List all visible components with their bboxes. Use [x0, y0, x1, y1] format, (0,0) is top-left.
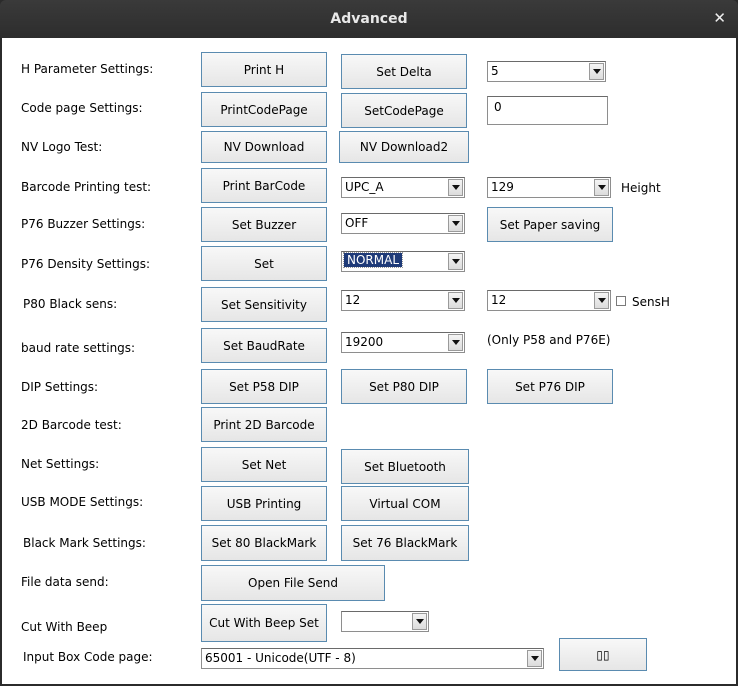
- label-p80-black: P80 Black sens:: [23, 297, 118, 311]
- window-title: Advanced: [330, 11, 408, 27]
- set-p58-dip-button[interactable]: Set P58 DIP: [201, 369, 327, 404]
- code-page-input[interactable]: 0: [487, 96, 608, 125]
- print-code-page-button[interactable]: PrintCodePage: [201, 92, 327, 127]
- baud-value: 19200: [345, 335, 384, 349]
- label-file-send: File data send:: [21, 575, 109, 589]
- chevron-down-icon[interactable]: [589, 63, 604, 80]
- delta-value: 5: [491, 64, 499, 78]
- dialog-content: H Parameter Settings: Code page Settings…: [2, 38, 736, 684]
- buzzer-value: OFF: [345, 216, 369, 230]
- set-baudrate-button[interactable]: Set BaudRate: [201, 328, 327, 363]
- chevron-down-icon[interactable]: [448, 179, 463, 196]
- set-p76-dip-button[interactable]: Set P76 DIP: [487, 369, 613, 404]
- label-input-code-page: Input Box Code page:: [23, 650, 153, 664]
- set-bluetooth-button[interactable]: Set Bluetooth: [341, 449, 469, 484]
- title-bar: Advanced ✕: [0, 0, 738, 38]
- density-select[interactable]: NORMAL: [341, 251, 465, 272]
- label-nv-logo: NV Logo Test:: [21, 140, 103, 154]
- set-code-page-button[interactable]: SetCodePage: [341, 93, 467, 128]
- set-density-button[interactable]: Set: [201, 246, 327, 281]
- cut-with-beep-set-button[interactable]: Cut With Beep Set: [201, 604, 327, 642]
- label-usb-mode: USB MODE Settings:: [21, 495, 144, 509]
- print-barcode-button[interactable]: Print BarCode: [201, 168, 327, 203]
- chevron-down-icon[interactable]: [412, 613, 427, 630]
- chevron-down-icon[interactable]: [594, 292, 609, 309]
- chevron-down-icon[interactable]: [448, 292, 463, 309]
- usb-printing-button[interactable]: USB Printing: [201, 486, 327, 521]
- barcode-type-select[interactable]: UPC_A: [341, 177, 465, 198]
- set80-blackmark-button[interactable]: Set 80 BlackMark: [201, 525, 327, 561]
- sensitivity1-value: 12: [345, 293, 361, 307]
- chevron-down-icon[interactable]: [448, 253, 463, 270]
- density-value: NORMAL: [342, 252, 404, 268]
- open-file-send-button[interactable]: Open File Send: [201, 565, 385, 601]
- label-barcode: Barcode Printing test:: [21, 180, 152, 194]
- baud-note: (Only P58 and P76E): [487, 333, 611, 347]
- input-code-page-select[interactable]: 65001 - Unicode(UTF - 8): [201, 648, 544, 669]
- label-code-page: Code page Settings:: [21, 101, 143, 115]
- label-cut-beep: Cut With Beep: [21, 620, 108, 634]
- baud-select[interactable]: 19200: [341, 332, 465, 353]
- chevron-down-icon[interactable]: [527, 650, 542, 667]
- set-delta-button[interactable]: Set Delta: [341, 54, 467, 89]
- sensitivity2-select[interactable]: 12: [487, 290, 611, 311]
- virtual-com-button[interactable]: Virtual COM: [341, 486, 469, 521]
- chevron-down-icon[interactable]: [594, 179, 609, 196]
- height-label: Height: [621, 181, 661, 195]
- nv-download-button[interactable]: NV Download: [201, 131, 327, 163]
- close-icon[interactable]: ✕: [713, 9, 726, 27]
- set-p80-dip-button[interactable]: Set P80 DIP: [341, 369, 467, 404]
- sensitivity2-value: 12: [491, 293, 507, 307]
- nv-download2-button[interactable]: NV Download2: [339, 131, 469, 163]
- label-baud-rate: baud rate settings:: [21, 341, 136, 355]
- label-net: Net Settings:: [21, 457, 100, 471]
- set76-blackmark-button[interactable]: Set 76 BlackMark: [341, 525, 469, 561]
- buzzer-select[interactable]: OFF: [341, 213, 465, 234]
- label-p76-density: P76 Density Settings:: [21, 257, 151, 271]
- chevron-down-icon[interactable]: [448, 215, 463, 232]
- barcode-type-value: UPC_A: [345, 180, 384, 194]
- cut-beep-select[interactable]: [341, 611, 429, 632]
- print-h-button[interactable]: Print H: [201, 52, 327, 87]
- label-dip: DIP Settings:: [21, 380, 99, 394]
- label-p76-buzzer: P76 Buzzer Settings:: [21, 217, 146, 231]
- label-black-mark: Black Mark Settings:: [23, 536, 146, 550]
- chevron-down-icon[interactable]: [448, 334, 463, 351]
- label-2d-barcode: 2D Barcode test:: [21, 418, 122, 432]
- sensh-checkbox[interactable]: [616, 296, 626, 306]
- set-paper-saving-button[interactable]: Set Paper saving: [487, 207, 613, 242]
- sensitivity1-select[interactable]: 12: [341, 290, 465, 311]
- input-box-code-page-button[interactable]: ▯▯: [559, 638, 647, 671]
- set-net-button[interactable]: Set Net: [201, 447, 327, 482]
- barcode-height-select[interactable]: 129: [487, 177, 611, 198]
- sensh-label: SensH: [632, 295, 670, 309]
- label-h-parameter: H Parameter Settings:: [21, 62, 154, 76]
- input-code-page-value: 65001 - Unicode(UTF - 8): [205, 651, 356, 665]
- barcode-height-value: 129: [491, 180, 514, 194]
- set-sensitivity-button[interactable]: Set Sensitivity: [201, 287, 327, 322]
- print-2d-barcode-button[interactable]: Print 2D Barcode: [201, 407, 327, 442]
- set-buzzer-button[interactable]: Set Buzzer: [201, 207, 327, 242]
- delta-select[interactable]: 5: [487, 61, 606, 82]
